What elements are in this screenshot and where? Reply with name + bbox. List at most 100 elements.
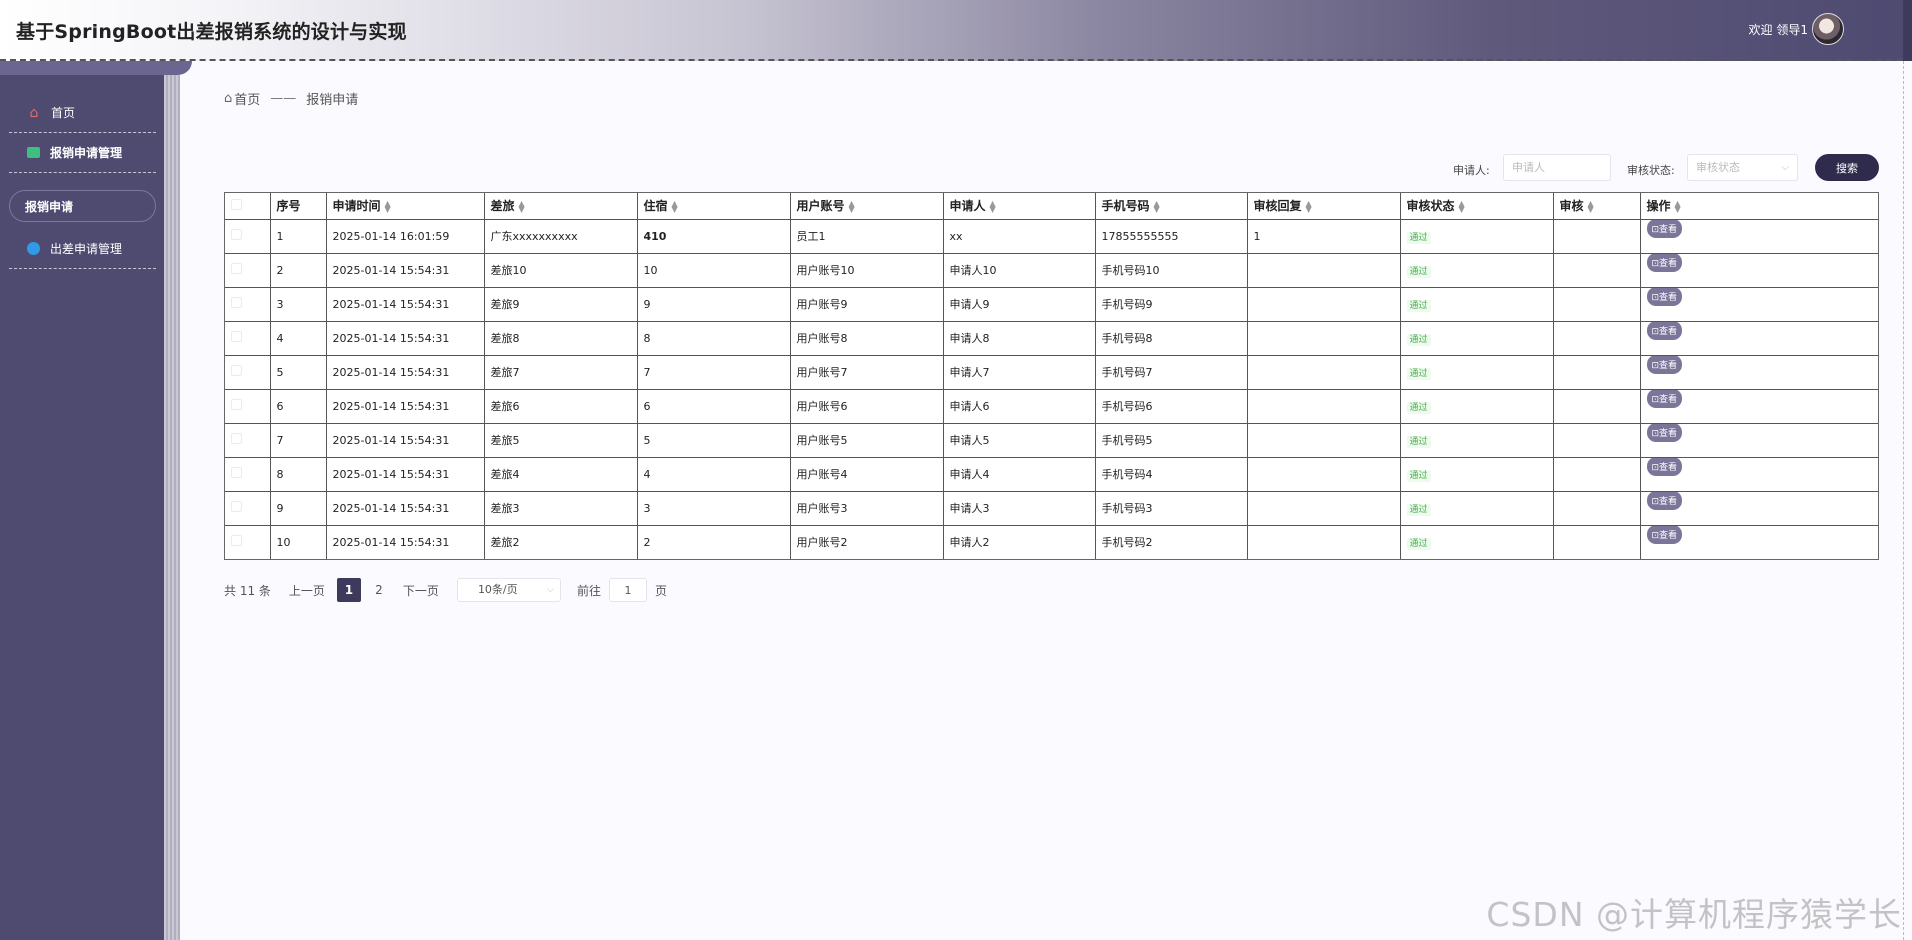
action-cell: ⊡查看: [1640, 253, 1878, 288]
cell-phone: 手机号码5: [1095, 423, 1248, 458]
view-icon: ⊡: [1651, 497, 1660, 507]
sort-icon[interactable]: ▲ ▼: [1588, 199, 1594, 213]
column-header[interactable]: 审核 ▲ ▼: [1553, 193, 1641, 220]
action-cell: ⊡查看: [1640, 423, 1878, 458]
cell-account: 用户账号10: [790, 253, 944, 288]
cell-reply: [1247, 491, 1401, 526]
sort-icon[interactable]: ▲ ▼: [849, 199, 855, 213]
row-select-cell: [225, 457, 271, 492]
page-number-1[interactable]: 1: [336, 578, 361, 602]
column-header[interactable]: 操作 ▲ ▼: [1640, 193, 1878, 220]
sidebar-item-trip-management[interactable]: 出差申请管理: [9, 229, 156, 269]
view-button[interactable]: ⊡查看: [1646, 389, 1683, 408]
row-checkbox[interactable]: [231, 365, 242, 376]
cell-reply: [1247, 389, 1401, 424]
cell-travel: 差旅8: [484, 321, 638, 356]
sort-icon[interactable]: ▲ ▼: [672, 199, 678, 213]
view-button-label: 查看: [1659, 225, 1678, 235]
action-cell: ⊡查看: [1640, 491, 1878, 526]
sort-icon[interactable]: ▲ ▼: [1306, 199, 1312, 213]
page-size-select[interactable]: 10条/页 ⌵: [456, 578, 561, 602]
cell-applicant: 申请人4: [943, 457, 1096, 492]
column-header[interactable]: 审核回复 ▲ ▼: [1247, 193, 1401, 220]
audit-cell: [1553, 491, 1641, 526]
cell-time: 2025-01-14 15:54:31: [326, 491, 485, 526]
sort-icon[interactable]: ▲ ▼: [990, 199, 996, 213]
cell-reply: [1247, 423, 1401, 458]
cell-travel: 差旅7: [484, 355, 638, 390]
row-checkbox[interactable]: [231, 229, 242, 240]
status-cell: 通过: [1400, 287, 1554, 322]
page-number-2[interactable]: 2: [367, 578, 391, 602]
view-button[interactable]: ⊡查看: [1646, 457, 1683, 476]
row-checkbox[interactable]: [231, 535, 242, 546]
cell-no: 4: [270, 321, 327, 356]
audit-cell: [1553, 321, 1641, 356]
view-button[interactable]: ⊡查看: [1646, 219, 1683, 238]
cell-time: 2025-01-14 15:54:31: [326, 423, 485, 458]
sidebar-divider: [164, 75, 180, 940]
status-badge: 通过: [1406, 503, 1431, 516]
column-header[interactable]: 差旅 ▲ ▼: [484, 193, 638, 220]
cell-no: 6: [270, 389, 327, 424]
column-header[interactable]: 手机号码 ▲ ▼: [1095, 193, 1248, 220]
select-all-checkbox[interactable]: [231, 198, 242, 210]
sidebar-item-home[interactable]: ⌂ 首页: [9, 93, 156, 133]
row-checkbox[interactable]: [231, 467, 242, 478]
row-checkbox[interactable]: [231, 331, 242, 342]
audit-cell: [1553, 253, 1641, 288]
sort-icon[interactable]: ▲ ▼: [1675, 199, 1681, 213]
cell-lodging: 7: [637, 355, 791, 390]
status-select[interactable]: 审核状态 ⌵: [1687, 154, 1798, 181]
view-button[interactable]: ⊡查看: [1646, 525, 1683, 544]
row-checkbox[interactable]: [231, 263, 242, 274]
view-button[interactable]: ⊡查看: [1646, 287, 1683, 306]
view-button[interactable]: ⊡查看: [1646, 253, 1683, 272]
cell-no: 7: [270, 423, 327, 458]
sort-icon[interactable]: ▲ ▼: [385, 199, 391, 213]
row-checkbox[interactable]: [231, 433, 242, 444]
sort-icon[interactable]: ▲ ▼: [1459, 199, 1465, 213]
view-icon: ⊡: [1651, 293, 1660, 303]
top-header: 基于SpringBoot出差报销系统的设计与实现 欢迎 领导1: [0, 0, 1912, 61]
view-icon: ⊡: [1651, 327, 1660, 337]
view-button[interactable]: ⊡查看: [1646, 491, 1683, 510]
view-button[interactable]: ⊡查看: [1646, 321, 1683, 340]
column-header[interactable]: 住宿 ▲ ▼: [637, 193, 791, 220]
sidebar-subitem-reimbursement-apply[interactable]: 报销申请: [9, 190, 156, 222]
column-label: 审核: [1559, 199, 1584, 214]
view-button[interactable]: ⊡查看: [1646, 355, 1683, 374]
column-label: 操作: [1646, 199, 1671, 214]
next-page-button[interactable]: 下一页: [403, 582, 439, 599]
avatar[interactable]: [1812, 13, 1844, 45]
goto-page-input[interactable]: [608, 578, 647, 602]
status-cell: 通过: [1400, 525, 1554, 559]
sort-icon[interactable]: ▲ ▼: [1154, 199, 1160, 213]
cell-no: 2: [270, 253, 327, 288]
cell-time: 2025-01-14 15:54:31: [326, 321, 485, 356]
row-select-cell: [225, 355, 271, 390]
prev-page-button[interactable]: 上一页: [289, 582, 325, 599]
row-checkbox[interactable]: [231, 297, 242, 308]
cell-travel: 差旅2: [484, 525, 638, 559]
view-button-label: 查看: [1659, 463, 1678, 473]
row-checkbox[interactable]: [231, 501, 242, 512]
square-icon: [27, 147, 40, 158]
home-icon[interactable]: ⌂: [224, 91, 232, 106]
row-checkbox[interactable]: [231, 399, 242, 410]
column-header[interactable]: 用户账号 ▲ ▼: [790, 193, 944, 220]
sidebar-item-reimbursement-management[interactable]: 报销申请管理: [9, 133, 156, 173]
status-badge: 通过: [1406, 231, 1431, 244]
column-header[interactable]: 申请时间 ▲ ▼: [326, 193, 485, 220]
column-header[interactable]: 申请人 ▲ ▼: [943, 193, 1096, 220]
view-button[interactable]: ⊡查看: [1646, 423, 1683, 442]
cell-time: 2025-01-14 16:01:59: [326, 219, 485, 254]
sort-icon[interactable]: ▲ ▼: [519, 199, 525, 213]
search-button[interactable]: 搜索: [1815, 154, 1879, 181]
applicant-search-input[interactable]: [1503, 154, 1611, 181]
column-header[interactable]: 审核状态 ▲ ▼: [1400, 193, 1554, 220]
cell-account: 用户账号7: [790, 355, 944, 390]
page-scrollbar[interactable]: [1903, 61, 1912, 940]
breadcrumb-home[interactable]: 首页: [234, 89, 260, 108]
table-row: 2 2025-01-14 15:54:31 差旅10 10 用户账号10 申请人10 手机号…: [225, 253, 1878, 288]
